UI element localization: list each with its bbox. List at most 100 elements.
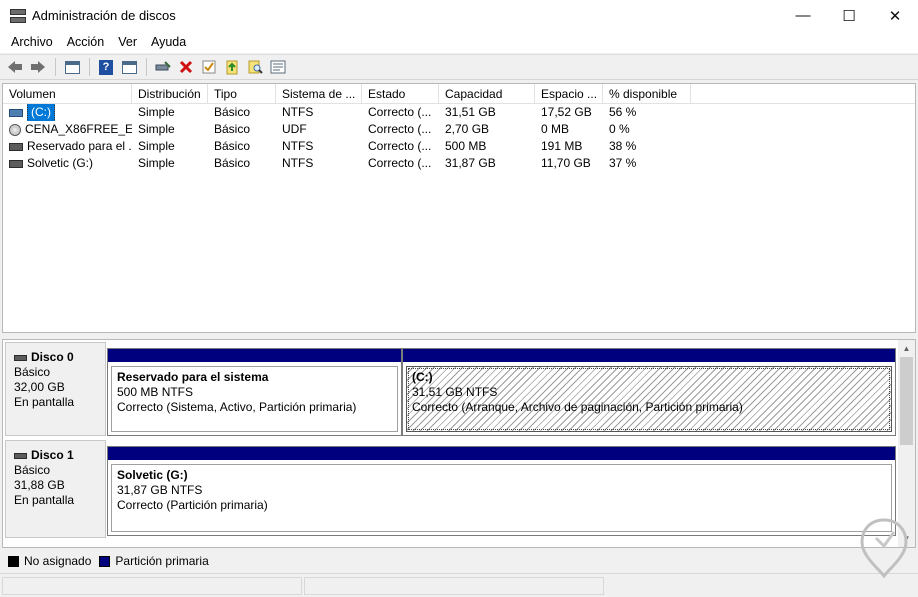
column-header-disponible[interactable]: % disponible <box>603 84 691 104</box>
partition-reservado[interactable]: Reservado para el sistema 500 MB NTFS Co… <box>107 348 402 436</box>
volume-list-header: Volumen Distribución Tipo Sistema de ...… <box>3 84 915 104</box>
drive-icon <box>9 108 23 117</box>
disk-name: Disco 0 <box>14 350 105 365</box>
table-row[interactable]: Solvetic (G:) Simple Básico NTFS Correct… <box>3 155 915 172</box>
filesystem-cell: NTFS <box>282 139 314 153</box>
window-controls: — ☐ ✕ <box>780 0 918 31</box>
partition-size: 500 MB NTFS <box>117 385 194 399</box>
legend-swatch-unallocated <box>8 555 19 567</box>
menu-archivo[interactable]: Archivo <box>4 35 60 49</box>
partition-color-bar <box>108 349 401 362</box>
title-bar: Administración de discos — ☐ ✕ <box>0 0 918 31</box>
status-bar <box>0 573 918 597</box>
column-header-tipo[interactable]: Tipo <box>208 84 276 104</box>
partition-body-selected: (C:) 31,51 GB NTFS Correcto (Arranque, A… <box>406 366 892 432</box>
capacity-cell: 31,51 GB <box>445 105 496 119</box>
disk-status: En pantalla <box>14 493 75 507</box>
free-space-cell: 0 MB <box>541 122 570 136</box>
disk-type: Básico <box>14 365 51 379</box>
legend-label-unallocated: No asignado <box>24 554 92 568</box>
filesystem-cell: NTFS <box>282 156 314 170</box>
menu-accion[interactable]: Acción <box>60 35 112 49</box>
disk-row-0: Disco 0 Básico 32,00 GB En pantalla Rese… <box>3 342 899 436</box>
disk-info-0[interactable]: Disco 0 Básico 32,00 GB En pantalla <box>5 342 106 436</box>
disk-info-1[interactable]: Disco 1 Básico 31,88 GB En pantalla <box>5 440 106 538</box>
menu-bar: Archivo Acción Ver Ayuda <box>0 31 918 53</box>
column-header-distribucion[interactable]: Distribución <box>132 84 208 104</box>
scrollbar-thumb[interactable] <box>900 357 913 445</box>
volume-name: Solvetic (G:) <box>27 156 94 170</box>
partition-solvetic[interactable]: Solvetic (G:) 31,87 GB NTFS Correcto (Pa… <box>107 446 896 536</box>
free-space-cell: 191 MB <box>541 139 583 153</box>
maximize-button[interactable]: ☐ <box>826 0 872 31</box>
percent-free-cell: 0 % <box>609 122 630 136</box>
properties-icon[interactable] <box>198 56 220 78</box>
search-icon[interactable] <box>244 56 266 78</box>
percent-free-cell: 37 % <box>609 156 637 170</box>
open-icon[interactable] <box>221 56 243 78</box>
partition-c[interactable]: (C:) 31,51 GB NTFS Correcto (Arranque, A… <box>402 348 896 436</box>
capacity-cell: 500 MB <box>445 139 487 153</box>
type-cell: Básico <box>214 156 251 170</box>
watermark-logo-icon <box>860 518 908 578</box>
column-header-volumen[interactable]: Volumen <box>3 84 132 104</box>
volume-name: (C:) <box>27 104 55 121</box>
menu-ayuda[interactable]: Ayuda <box>144 35 193 49</box>
capacity-cell: 31,87 GB <box>445 156 496 170</box>
disk-title: Disco 1 <box>31 448 74 462</box>
percent-free-cell: 56 % <box>609 105 637 119</box>
settings-icon[interactable] <box>267 56 289 78</box>
type-cell: Básico <box>214 122 251 136</box>
help-icon[interactable]: ? <box>95 56 117 78</box>
partition-body: Solvetic (G:) 31,87 GB NTFS Correcto (Pa… <box>111 464 892 532</box>
partition-title: Solvetic (G:) <box>117 468 188 482</box>
disk-title: Disco 0 <box>31 350 74 364</box>
legend-swatch-primary <box>99 555 111 567</box>
back-icon[interactable] <box>4 56 26 78</box>
minimize-button[interactable]: — <box>780 0 826 31</box>
cd-drive-icon <box>9 123 21 136</box>
legend: No asignado Partición primaria <box>0 550 918 572</box>
connect-icon[interactable] <box>152 56 174 78</box>
vertical-scrollbar[interactable]: ▲ ▼ <box>898 340 915 547</box>
window-title: Administración de discos <box>32 8 176 23</box>
filesystem-cell: UDF <box>282 122 307 136</box>
volume-list: Volumen Distribución Tipo Sistema de ...… <box>2 83 916 333</box>
column-header-capacidad[interactable]: Capacidad <box>439 84 535 104</box>
console-icon[interactable] <box>118 56 140 78</box>
disk-icon <box>14 452 27 459</box>
disk-size: 32,00 GB <box>14 380 65 394</box>
delete-icon[interactable] <box>175 56 197 78</box>
toolbar-separator <box>146 58 147 76</box>
disk-status: En pantalla <box>14 395 75 409</box>
table-row[interactable]: (C:) Simple Básico NTFS Correcto (... 31… <box>3 104 915 121</box>
menu-ver[interactable]: Ver <box>111 35 144 49</box>
disk-row-1: Disco 1 Básico 31,88 GB En pantalla Solv… <box>3 440 899 538</box>
partition-status: Correcto (Partición primaria) <box>117 498 268 512</box>
free-space-cell: 17,52 GB <box>541 105 592 119</box>
partition-title: Reservado para el sistema <box>117 370 269 384</box>
column-header-sistema[interactable]: Sistema de ... <box>276 84 362 104</box>
status-cell: Correcto (... <box>368 156 432 170</box>
disk-map: Disco 0 Básico 32,00 GB En pantalla Rese… <box>2 339 916 548</box>
table-row[interactable]: Reservado para el ... Simple Básico NTFS… <box>3 138 915 155</box>
volume-cell: Solvetic (G:) <box>3 155 132 172</box>
toolbar-separator <box>89 58 90 76</box>
partition-title: (C:) <box>412 370 433 384</box>
scroll-up-icon[interactable]: ▲ <box>898 340 915 357</box>
partition-body: Reservado para el sistema 500 MB NTFS Co… <box>111 366 398 432</box>
list-view-icon[interactable] <box>61 56 83 78</box>
partition-status: Correcto (Sistema, Activo, Partición pri… <box>117 400 357 414</box>
type-cell: Básico <box>214 105 251 119</box>
layout-cell: Simple <box>138 139 175 153</box>
close-button[interactable]: ✕ <box>872 0 918 31</box>
table-row[interactable]: CENA_X86FREE_ES... Simple Básico UDF Cor… <box>3 121 915 138</box>
drive-icon <box>9 142 23 151</box>
toolbar: ? <box>0 54 918 80</box>
status-cell: Correcto (... <box>368 105 432 119</box>
column-header-estado[interactable]: Estado <box>362 84 439 104</box>
column-header-espacio[interactable]: Espacio ... <box>535 84 603 104</box>
forward-icon[interactable] <box>27 56 49 78</box>
disk-type: Básico <box>14 463 51 477</box>
partition-status: Correcto (Arranque, Archivo de paginació… <box>412 400 743 414</box>
